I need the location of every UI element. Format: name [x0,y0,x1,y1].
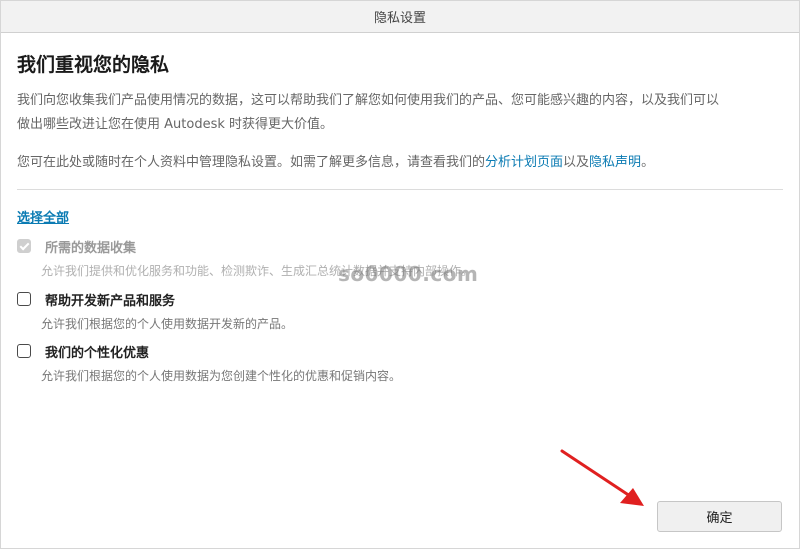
ok-button[interactable]: 确定 [657,501,782,532]
red-pointer-arrow-icon [560,449,644,506]
